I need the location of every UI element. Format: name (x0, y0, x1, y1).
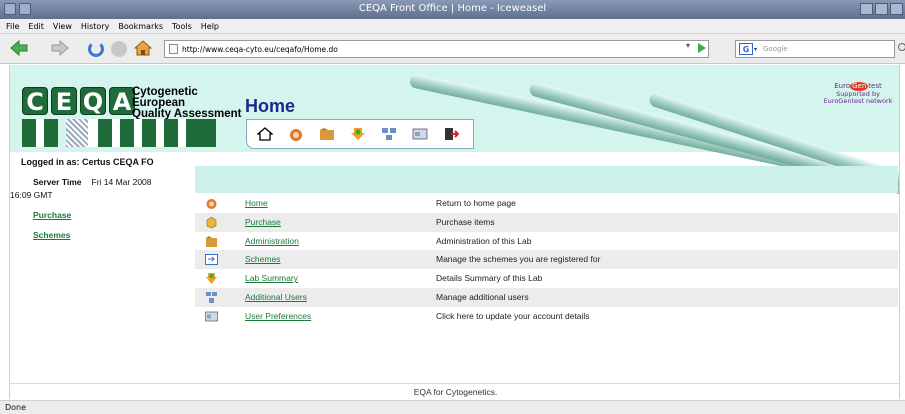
search-icon[interactable] (898, 43, 905, 51)
user-preferences-icon[interactable] (412, 127, 428, 141)
eurogentest-line: EuroGentest network (823, 97, 893, 105)
content-banner (195, 166, 898, 193)
menu-view[interactable]: View (53, 22, 72, 31)
menu-table: Home Return to home page Purchase Purcha… (195, 194, 898, 326)
maximize-button[interactable] (875, 3, 888, 15)
row-description: Purchase items (436, 216, 495, 227)
schemes-icon (205, 254, 218, 266)
row-description: Return to home page (436, 198, 516, 208)
go-arrow-icon[interactable] (697, 40, 707, 56)
purchase-icon[interactable] (288, 127, 304, 141)
tagline-line: Cytogenetic European (132, 86, 198, 109)
server-time-continued: 16:09 GMT (10, 190, 53, 200)
menu-help[interactable]: Help (201, 22, 219, 31)
menu-bookmarks[interactable]: Bookmarks (118, 22, 163, 31)
address-text: http://www.ceqa-cyto.eu/ceqafo/Home.do (182, 45, 338, 54)
quick-icon-toolbar (246, 119, 474, 149)
row-link-schemes[interactable]: Schemes (245, 254, 280, 264)
row-description: Details Summary of this Lab (436, 273, 543, 284)
page-content: C E Q A Cytogenetic European Quality Ass… (9, 65, 900, 399)
status-bar: Done (0, 400, 905, 414)
row-description: Administration of this Lab (436, 235, 532, 246)
row-link-user-preferences[interactable]: User Preferences (245, 311, 311, 321)
menu-history[interactable]: History (81, 22, 109, 31)
row-link-home[interactable]: Home (245, 198, 268, 208)
table-row: Lab Summary Details Summary of this Lab (195, 269, 898, 288)
site-header: C E Q A Cytogenetic European Quality Ass… (10, 65, 899, 207)
window-title: CEQA Front Office | Home - Iceweasel (358, 3, 547, 14)
table-row: Schemes Manage the schemes you are regis… (195, 250, 898, 270)
status-text: Done (5, 403, 27, 412)
brand-part: test (868, 82, 882, 90)
lab-summary-icon[interactable] (350, 127, 366, 141)
stop-icon[interactable] (111, 41, 127, 57)
brand-part: Euro (834, 82, 851, 90)
lab-summary-icon (206, 273, 217, 285)
administration-icon (206, 235, 217, 247)
page-title: Home (245, 96, 296, 116)
row-description: Manage additional users (436, 291, 529, 302)
table-row: Administration Administration of this La… (195, 232, 898, 251)
search-placeholder: Google (763, 45, 788, 53)
menu-bar: File Edit View History Bookmarks Tools H… (0, 19, 905, 34)
row-link-additional-users[interactable]: Additional Users (245, 292, 307, 302)
menu-file[interactable]: File (6, 22, 19, 31)
sidebar-link-schemes[interactable]: Schemes (33, 230, 70, 240)
logo-letter: Q (80, 87, 106, 116)
page-favicon-icon (169, 44, 178, 54)
home-icon (206, 199, 217, 209)
engine-dropdown-icon[interactable]: ▾ (754, 46, 757, 53)
administration-icon[interactable] (319, 127, 335, 141)
row-link-lab-summary[interactable]: Lab Summary (245, 273, 298, 283)
search-input[interactable]: G ▾ Google (735, 40, 895, 58)
url-dropdown-icon[interactable]: ▾ (686, 41, 690, 50)
sidebar-link-purchase[interactable]: Purchase (33, 210, 71, 220)
ceqa-logo: C E Q A Cytogenetic European Quality Ass… (18, 85, 246, 151)
eurogentest-logo: Euro Gen test Supported by EuroGentest net… (816, 82, 899, 105)
close-button[interactable] (890, 3, 903, 15)
menu-tools[interactable]: Tools (172, 22, 192, 31)
page-footer: EQA for Cytogenetics. (413, 387, 498, 397)
minimize-button[interactable] (860, 3, 873, 15)
logo-chromosome-bars (22, 119, 222, 147)
table-row: User Preferences Click here to update yo… (195, 307, 898, 326)
user-preferences-icon (205, 311, 218, 322)
table-row: Home Return to home page (195, 194, 898, 213)
logo-letters: C E Q A (22, 87, 135, 116)
logo-tagline: Cytogenetic European Quality Assessment (132, 86, 246, 120)
google-engine-icon[interactable]: G (739, 43, 753, 55)
address-bar[interactable]: http://www.ceqa-cyto.eu/ceqafo/Home.do (164, 40, 709, 58)
table-row: Purchase Purchase items (195, 212, 898, 232)
purchase-icon (206, 216, 217, 229)
home-icon[interactable] (257, 127, 273, 141)
navigation-toolbar: http://www.ceqa-cyto.eu/ceqafo/Home.do ▾… (0, 34, 905, 64)
server-time-value: Fri 14 Mar 2008 (91, 177, 152, 187)
window-titlebar: CEQA Front Office | Home - Iceweasel (0, 0, 905, 19)
additional-users-icon (206, 291, 217, 303)
server-time: Server Time Fri 14 Mar 2008 (33, 177, 152, 187)
logo-letter: C (22, 87, 48, 116)
row-description: Manage the schemes you are registered fo… (436, 254, 601, 265)
server-time-label: Server Time (33, 177, 82, 187)
forward-arrow-icon[interactable] (51, 40, 69, 56)
table-row: Additional Users Manage additional users (195, 287, 898, 307)
footer-divider (10, 383, 899, 384)
reload-icon[interactable] (88, 41, 104, 57)
home-nav-icon[interactable] (134, 40, 152, 56)
logo-letter: E (51, 87, 77, 116)
back-arrow-icon[interactable] (10, 40, 28, 56)
row-link-administration[interactable]: Administration (245, 236, 299, 246)
window-controls (860, 3, 903, 15)
logout-icon[interactable] (443, 127, 459, 141)
row-description: Click here to update your account detail… (436, 310, 590, 321)
menu-edit[interactable]: Edit (28, 22, 44, 31)
logged-in-label: Logged in as: Certus CEQA FO (21, 157, 154, 167)
row-link-purchase[interactable]: Purchase (245, 217, 281, 227)
additional-users-icon[interactable] (381, 127, 397, 141)
